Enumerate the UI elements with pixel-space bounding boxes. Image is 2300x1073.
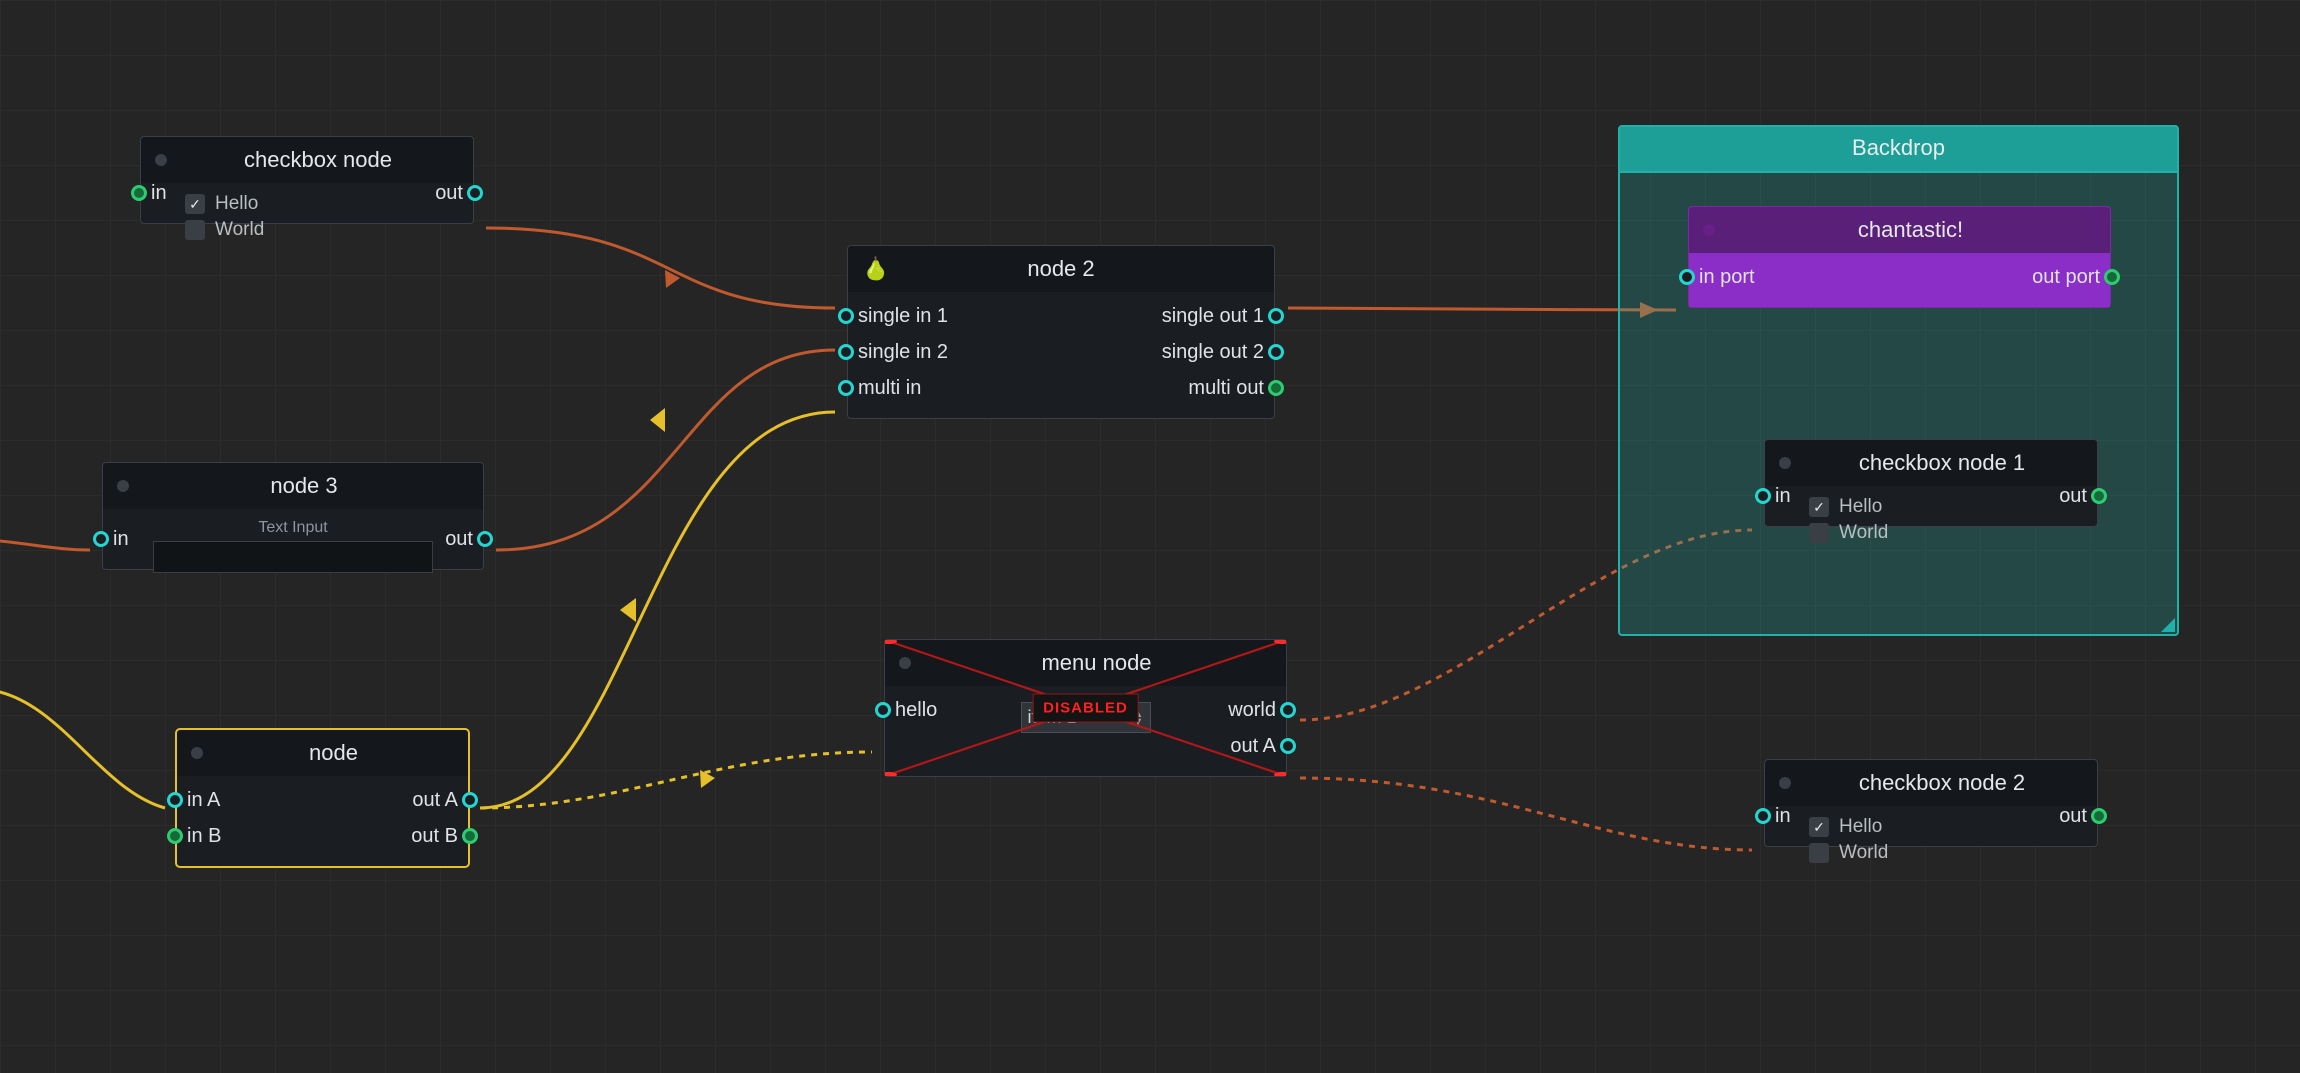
resize-handle-icon[interactable]	[2161, 618, 2175, 632]
node-title: node	[213, 740, 454, 766]
port-out[interactable]	[1268, 308, 1284, 324]
port-out[interactable]	[2091, 488, 2107, 504]
port-in[interactable]	[838, 344, 854, 360]
port-out[interactable]	[1280, 702, 1296, 718]
port-in[interactable]	[167, 792, 183, 808]
node-header[interactable]: menu node	[885, 640, 1286, 686]
node-header[interactable]: checkbox node 1	[1765, 440, 2097, 486]
checkbox-row[interactable]: Hello	[1809, 496, 2087, 518]
checkbox-icon[interactable]	[185, 194, 205, 214]
node-header[interactable]: checkbox node 2	[1765, 760, 2097, 806]
port-in[interactable]	[875, 702, 891, 718]
backdrop-title: Backdrop	[1620, 127, 2177, 173]
checkbox-row[interactable]: Hello	[185, 193, 463, 215]
port-out[interactable]	[1280, 738, 1296, 754]
checkbox-icon[interactable]	[1809, 843, 1829, 863]
node-chantastic[interactable]: chantastic! in port out port	[1688, 206, 2111, 308]
port-out[interactable]	[462, 792, 478, 808]
node-checkbox-2[interactable]: checkbox node 2 Hello World in out	[1764, 759, 2098, 847]
node-header[interactable]: 🍐 node 2	[848, 246, 1274, 292]
pear-icon: 🍐	[862, 256, 889, 282]
port-in[interactable]	[1755, 808, 1771, 824]
node-title: checkbox node 2	[1801, 770, 2083, 796]
node-checkbox[interactable]: checkbox node Hello World in out	[140, 136, 474, 224]
port-out[interactable]	[1268, 380, 1284, 396]
status-dot-icon	[1779, 457, 1791, 469]
dropdown-select[interactable]: item 1 ▲▼	[1021, 702, 1151, 733]
port-in[interactable]	[1679, 269, 1695, 285]
node-graph-canvas[interactable]: Backdrop checkbox node Hello World in ou…	[0, 0, 2300, 1073]
port-in[interactable]	[131, 185, 147, 201]
text-input[interactable]	[153, 541, 434, 573]
node-title: checkbox node 1	[1801, 450, 2083, 476]
node-header[interactable]: node 3	[103, 463, 483, 509]
port-out[interactable]	[2091, 808, 2107, 824]
port-in[interactable]	[838, 380, 854, 396]
status-dot-icon	[191, 747, 203, 759]
status-dot-icon	[117, 480, 129, 492]
checkbox-row[interactable]: World	[185, 219, 463, 241]
port-in[interactable]	[1755, 488, 1771, 504]
node-title: node 3	[139, 473, 469, 499]
port-out[interactable]	[462, 828, 478, 844]
checkbox-icon[interactable]	[1809, 523, 1829, 543]
node-menu[interactable]: menu node hello world out A item 1 ▲▼ DI…	[884, 639, 1287, 777]
input-label: Text Input	[113, 519, 473, 537]
status-dot-icon	[1779, 777, 1791, 789]
node-2[interactable]: 🍐 node 2 single in 1 single out 1 single…	[847, 245, 1275, 419]
status-dot-icon	[1703, 224, 1715, 236]
port-out[interactable]	[477, 531, 493, 547]
node-title: menu node	[921, 650, 1272, 676]
backdrop-group[interactable]: Backdrop	[1618, 125, 2179, 636]
node-header[interactable]: checkbox node	[141, 137, 473, 183]
checkbox-row[interactable]: Hello	[1809, 816, 2087, 838]
status-dot-icon	[155, 154, 167, 166]
node-selected[interactable]: node in A out A in B out B	[176, 729, 469, 867]
node-header[interactable]: node	[177, 730, 468, 776]
node-title: checkbox node	[177, 147, 459, 173]
port-in[interactable]	[838, 308, 854, 324]
node-title: node 2	[862, 256, 1260, 282]
node-3[interactable]: node 3 Text Input in out	[102, 462, 484, 570]
status-dot-icon	[899, 657, 911, 669]
node-checkbox-1[interactable]: checkbox node 1 Hello World in out	[1764, 439, 2098, 527]
node-title: chantastic!	[1725, 217, 2096, 243]
port-out[interactable]	[467, 185, 483, 201]
checkbox-row[interactable]: World	[1809, 842, 2087, 864]
checkbox-icon[interactable]	[1809, 817, 1829, 837]
checkbox-icon[interactable]	[185, 220, 205, 240]
port-in[interactable]	[93, 531, 109, 547]
port-out[interactable]	[1268, 344, 1284, 360]
checkbox-row[interactable]: World	[1809, 522, 2087, 544]
stepper-arrows-icon: ▲▼	[1133, 710, 1144, 726]
port-in[interactable]	[167, 828, 183, 844]
checkbox-icon[interactable]	[1809, 497, 1829, 517]
node-header[interactable]: chantastic!	[1689, 207, 2110, 253]
port-out[interactable]	[2104, 269, 2120, 285]
